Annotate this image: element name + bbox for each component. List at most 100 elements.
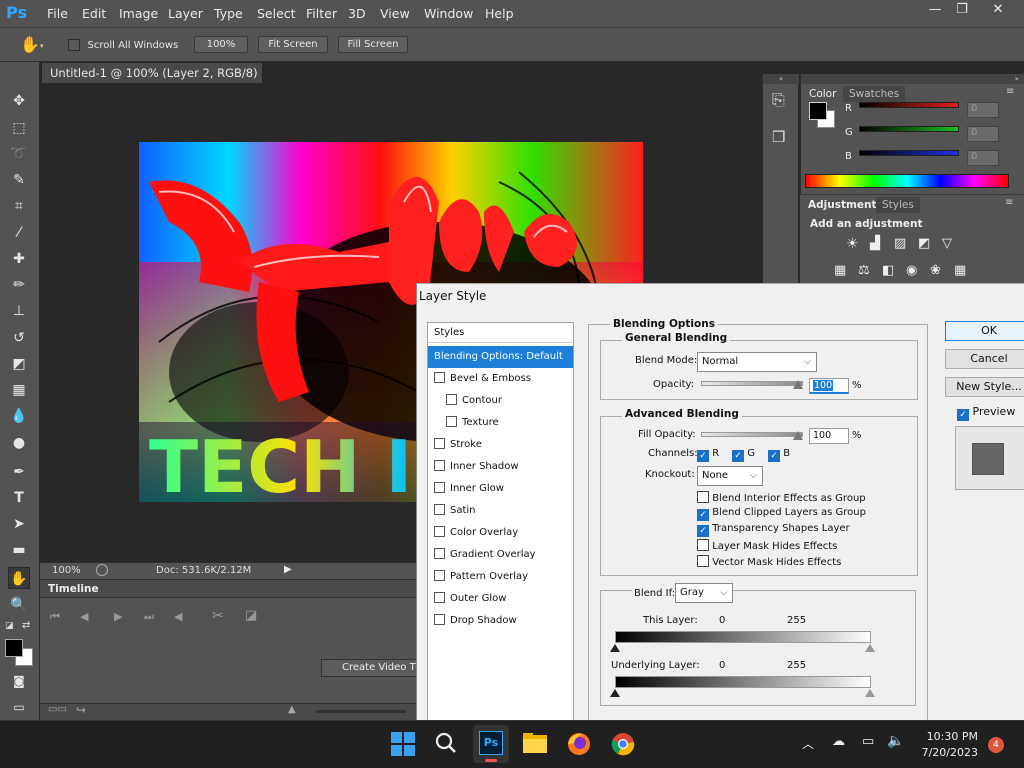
- clone-stamp-tool-icon[interactable]: ⊥: [8, 300, 30, 322]
- zoom-tool-icon[interactable]: 🔍: [8, 594, 30, 616]
- style-bevel-emboss[interactable]: Bevel & Emboss: [428, 368, 573, 390]
- channel-r-checkbox[interactable]: ✓ R: [697, 448, 719, 462]
- style-contour[interactable]: Contour: [428, 390, 573, 412]
- status-icon[interactable]: [96, 564, 108, 576]
- channel-mixer-icon[interactable]: ❀: [930, 263, 941, 278]
- first-frame-icon[interactable]: ⏮: [50, 610, 60, 624]
- option-blend-interior[interactable]: Blend Interior Effects as Group: [697, 491, 866, 504]
- foreground-color-swatch[interactable]: [5, 639, 23, 657]
- ok-button[interactable]: OK: [945, 321, 1024, 341]
- check-icon[interactable]: ✓: [732, 450, 744, 462]
- cancel-button[interactable]: Cancel: [945, 349, 1024, 369]
- search-icon[interactable]: [434, 731, 462, 759]
- checkbox-box[interactable]: [697, 491, 709, 503]
- g-slider[interactable]: [859, 126, 959, 132]
- menu-file[interactable]: File: [47, 6, 68, 21]
- blur-tool-icon[interactable]: 💧: [8, 405, 30, 427]
- check-icon[interactable]: ✓: [957, 409, 969, 421]
- style-gradient-overlay[interactable]: Gradient Overlay: [428, 544, 573, 566]
- history-panel-icon[interactable]: ⎘: [772, 90, 785, 110]
- style-blending-options[interactable]: Blending Options: Default: [428, 346, 573, 368]
- fill-opacity-input[interactable]: 100: [809, 428, 849, 444]
- chrome-icon[interactable]: [610, 731, 638, 759]
- style-color-overlay[interactable]: Color Overlay: [428, 522, 573, 544]
- color-balance-icon[interactable]: ⚖: [858, 263, 870, 278]
- quick-mask-icon[interactable]: ◙: [8, 670, 30, 692]
- zoom-level[interactable]: 100%: [52, 565, 81, 576]
- marquee-tool-icon[interactable]: ⬚: [8, 117, 30, 139]
- fill-screen-button[interactable]: Fill Screen: [338, 36, 408, 53]
- checkbox-box[interactable]: [697, 539, 709, 551]
- style-checkbox[interactable]: [434, 570, 445, 581]
- 3d-panel-icon[interactable]: ❒: [772, 128, 785, 146]
- default-colors-icon[interactable]: ◪: [5, 621, 14, 631]
- menu-layer[interactable]: Layer: [168, 6, 203, 21]
- option-transparency-shapes[interactable]: ✓ Transparency Shapes Layer: [697, 523, 850, 537]
- eraser-tool-icon[interactable]: ◩: [8, 353, 30, 375]
- style-checkbox[interactable]: [434, 372, 445, 383]
- menu-window[interactable]: Window: [424, 6, 473, 21]
- style-inner-shadow[interactable]: Inner Shadow: [428, 456, 573, 478]
- blend-if-select[interactable]: Gray ⌵: [675, 583, 733, 603]
- notification-badge[interactable]: 4: [988, 737, 1004, 753]
- style-inner-glow[interactable]: Inner Glow: [428, 478, 573, 500]
- clock-date[interactable]: 7/20/2023: [916, 746, 978, 759]
- g-value-field[interactable]: 0: [967, 126, 999, 142]
- this-layer-white-handle[interactable]: [865, 644, 875, 652]
- volume-icon[interactable]: 🔈: [887, 733, 904, 749]
- channel-g-checkbox[interactable]: ✓ G: [732, 448, 755, 462]
- style-checkbox[interactable]: [446, 416, 457, 427]
- color-spectrum-ramp[interactable]: [805, 174, 1009, 188]
- style-checkbox[interactable]: [434, 438, 445, 449]
- scroll-all-windows-checkbox[interactable]: Scroll All Windows: [68, 38, 178, 51]
- brightness-icon[interactable]: ☀: [846, 236, 859, 252]
- menu-image[interactable]: Image: [119, 6, 158, 21]
- b-slider[interactable]: [859, 150, 959, 156]
- healing-brush-tool-icon[interactable]: ✚: [8, 248, 30, 270]
- style-checkbox[interactable]: [434, 482, 445, 493]
- document-tab[interactable]: Untitled-1 @ 100% (Layer 2, RGB/8) * ×: [42, 63, 262, 100]
- blend-mode-select[interactable]: Normal ⌵: [697, 352, 817, 372]
- hand-tool-icon[interactable]: ✋: [8, 567, 30, 589]
- pen-tool-icon[interactable]: ✒: [8, 461, 30, 483]
- style-outer-glow[interactable]: Outer Glow: [428, 588, 573, 610]
- fill-opacity-slider-handle[interactable]: [793, 431, 803, 440]
- firefox-icon[interactable]: [566, 731, 594, 759]
- b-value-field[interactable]: 0: [967, 150, 999, 166]
- opacity-slider[interactable]: [701, 381, 803, 386]
- timeline-title[interactable]: Timeline: [48, 583, 99, 595]
- style-stroke[interactable]: Stroke: [428, 434, 573, 456]
- option-blend-clipped[interactable]: ✓ Blend Clipped Layers as Group: [697, 507, 866, 521]
- curves-icon[interactable]: ▨: [894, 236, 906, 251]
- channel-b-checkbox[interactable]: ✓ B: [768, 448, 790, 462]
- hand-tool-preset-icon[interactable]: ✋: [20, 35, 40, 54]
- crop-tool-icon[interactable]: ⌗: [8, 195, 30, 217]
- collapse-dock-icon[interactable]: «: [763, 74, 799, 84]
- underlying-gradient-slider[interactable]: [615, 676, 871, 688]
- play-icon[interactable]: ▶: [114, 610, 122, 623]
- history-brush-tool-icon[interactable]: ↺: [8, 327, 30, 349]
- color-lookup-icon[interactable]: ▦: [954, 263, 966, 278]
- preset-chevron-icon[interactable]: ▾: [40, 42, 44, 50]
- opacity-input[interactable]: 100: [809, 378, 849, 394]
- windows-start-icon[interactable]: [390, 731, 418, 759]
- prev-frame-icon[interactable]: ◀: [80, 610, 88, 623]
- vibrance-icon[interactable]: ▽: [942, 236, 952, 251]
- fill-opacity-slider[interactable]: [701, 432, 803, 437]
- check-icon[interactable]: ✓: [697, 509, 709, 521]
- preview-checkbox[interactable]: ✓ Preview: [957, 405, 1015, 421]
- style-satin[interactable]: Satin: [428, 500, 573, 522]
- style-checkbox[interactable]: [434, 548, 445, 559]
- close-window-button[interactable]: ✕: [980, 0, 1016, 22]
- style-texture[interactable]: Texture: [428, 412, 573, 434]
- type-tool-icon[interactable]: T: [8, 487, 30, 509]
- dodge-tool-icon[interactable]: ●: [8, 432, 30, 454]
- file-explorer-icon[interactable]: [522, 731, 550, 759]
- r-value-field[interactable]: 0: [967, 102, 999, 118]
- menu-filter[interactable]: Filter: [306, 6, 337, 21]
- rectangle-tool-icon[interactable]: ▬: [8, 539, 30, 561]
- minimize-button[interactable]: —: [920, 0, 950, 22]
- style-checkbox[interactable]: [434, 460, 445, 471]
- style-pattern-overlay[interactable]: Pattern Overlay: [428, 566, 573, 588]
- convert-icon[interactable]: ↪: [76, 703, 86, 717]
